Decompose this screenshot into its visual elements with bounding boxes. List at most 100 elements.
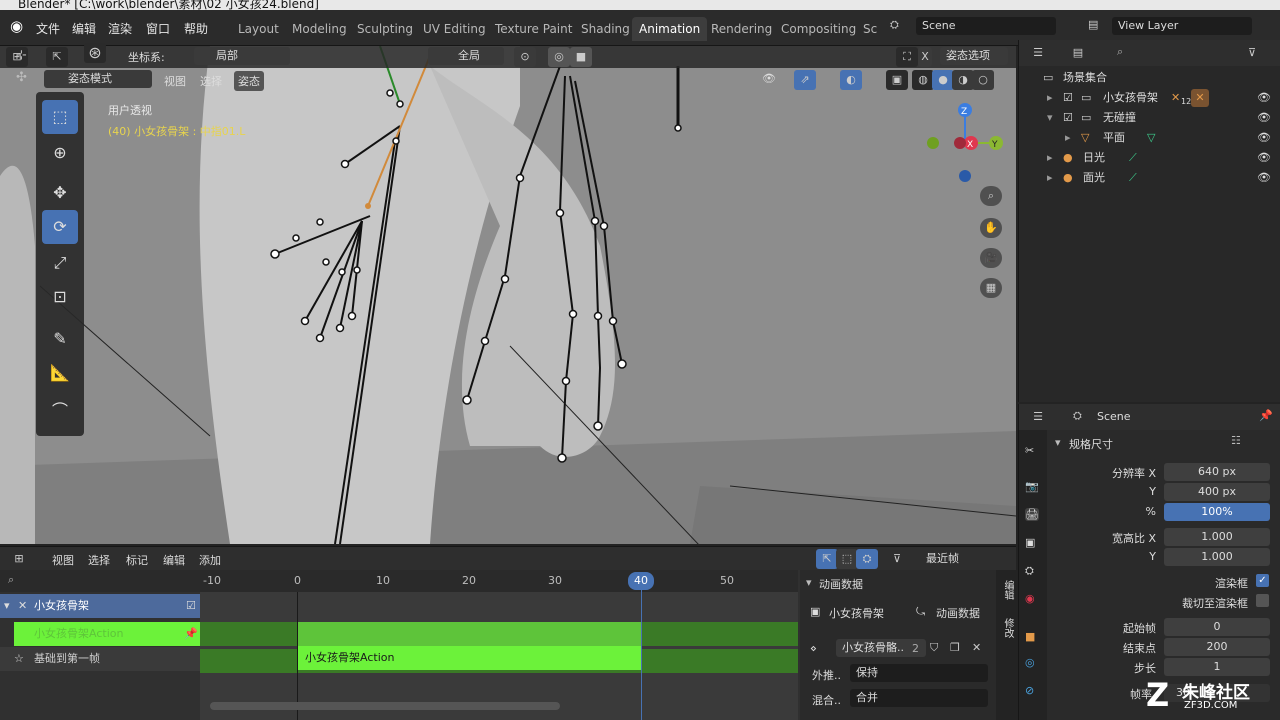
scene-tab-icon[interactable]: ⛭ [1025, 564, 1034, 578]
menu-render[interactable]: 渲染 [108, 20, 132, 37]
outliner-row-area-light[interactable]: ▸ ● 面光 ⟋ 👁 [1019, 168, 1280, 188]
xray-icon[interactable]: ⛶ [896, 47, 918, 67]
eye-icon[interactable]: 👁 [1257, 168, 1271, 188]
nla-editor-type-icon[interactable]: ⊞ [8, 549, 30, 569]
menu-edit[interactable]: 编辑 [72, 20, 96, 37]
tab-modeling[interactable]: Modeling [285, 17, 354, 41]
tab-uv-editing[interactable]: UV Editing [416, 17, 493, 41]
tab-layout[interactable]: Layout [231, 17, 286, 41]
breakdowner-tool[interactable]: ⌒ [42, 394, 78, 428]
transform-tool[interactable]: ⊡ [42, 280, 78, 314]
material-shading-icon[interactable]: ◑ [952, 70, 974, 90]
properties-type-icon[interactable]: ☰ [1027, 407, 1049, 427]
aspect-x-field[interactable]: 1.000 [1164, 528, 1270, 546]
tab-compositing[interactable]: Compositing [774, 17, 863, 41]
only-selected-icon[interactable]: ⇱ [816, 549, 838, 569]
menu-window[interactable]: 窗口 [146, 20, 170, 37]
vp-menu-pose[interactable]: 姿态 [234, 71, 264, 91]
select-mode-icon[interactable]: ⇱ [46, 47, 68, 67]
ortho-grid-icon[interactable]: ▦ [980, 278, 1002, 298]
checkbox-icon[interactable]: ☑ [1063, 88, 1073, 108]
track-action-row[interactable]: 小女孩骨架Action 📌 [14, 622, 200, 646]
scene-icon[interactable]: ⛭ [890, 18, 899, 32]
expand-icon[interactable]: ▸ [1065, 128, 1071, 148]
tab-rendering[interactable]: Rendering [704, 17, 779, 41]
expand-icon[interactable]: ▸ [1047, 88, 1053, 108]
proportional-edit-icon[interactable]: ◎ [548, 47, 570, 67]
frame-start-field[interactable]: 0 [1164, 618, 1270, 636]
axis-gizmo[interactable]: Z X Y [920, 100, 1010, 190]
render-region-checkbox[interactable]: ✓ [1256, 574, 1269, 587]
coord-system-select[interactable]: 局部 [194, 47, 290, 65]
blender-logo-icon[interactable]: ◉ [10, 17, 23, 35]
frame-step-field[interactable]: 1 [1164, 658, 1270, 676]
world-tab-icon[interactable]: ◉ [1025, 592, 1035, 605]
mirror-x-toggle[interactable]: X [918, 47, 932, 67]
navigation-gizmo[interactable]: Z X Y ⌕ ✋ 🎥 ▦ [920, 100, 1010, 300]
measure-tool[interactable]: 📐 [42, 356, 78, 390]
track-armature[interactable]: ▾ ✕ 小女孩骨架 ☑ [0, 594, 200, 618]
overlay-toggle-icon[interactable]: ◐ [840, 70, 862, 90]
extrapolation-select[interactable]: 保持 [850, 664, 988, 682]
tab-animation[interactable]: Animation [632, 17, 708, 41]
track-nla[interactable]: ☆ 基础到第一帧 [0, 647, 200, 671]
resolution-y-field[interactable]: 400 px [1164, 483, 1270, 501]
snap-icon[interactable]: ⊙ [514, 47, 536, 67]
menu-file[interactable]: 文件 [36, 20, 60, 37]
nla-action-strip[interactable]: 小女孩骨架Action [297, 646, 641, 670]
cursor-tool[interactable]: ⊕ [42, 136, 78, 170]
3d-viewport[interactable] [0, 46, 1016, 544]
pose-mode-icon[interactable]: ✕ [1191, 89, 1209, 107]
fake-user-icon[interactable]: ⛉ [930, 641, 938, 655]
show-hidden-icon[interactable]: ⬚ [836, 549, 858, 569]
xray-toggle-icon[interactable]: ▣ [886, 70, 908, 90]
overlay-square-icon[interactable]: ■ [570, 47, 592, 67]
collapse-icon[interactable]: ▾ [4, 594, 10, 618]
gizmo-toggle-icon[interactable]: ⇗ [794, 70, 816, 90]
tab-scripting[interactable]: Sc [856, 17, 884, 41]
camera-view-icon[interactable]: 🎥 [980, 248, 1002, 268]
star-icon[interactable]: ☆ [14, 647, 24, 671]
sidebar-tab-modifiers[interactable]: 修改 [1000, 618, 1015, 638]
tab-sculpting[interactable]: Sculpting [350, 17, 420, 41]
move-small-icon[interactable]: ✣ [16, 70, 27, 85]
timeline-ruler[interactable]: -10 0 10 20 30 50 40 [200, 570, 798, 592]
checkbox-icon[interactable]: ☑ [1063, 108, 1073, 128]
nla-menu-view[interactable]: 视图 [52, 552, 74, 568]
tool-tab-icon[interactable]: ✂ [1025, 444, 1034, 457]
visibility-icon[interactable]: 👁 [762, 72, 776, 85]
pan-hand-icon[interactable]: ✋ [980, 218, 1002, 238]
view-layer-icon[interactable]: ▤ [1088, 18, 1098, 31]
menu-help[interactable]: 帮助 [184, 20, 208, 37]
outliner-type-icon[interactable]: ☰ [1027, 43, 1049, 63]
duplicate-icon[interactable]: ❐ [950, 641, 960, 654]
pivot-select[interactable]: 全局 [428, 47, 504, 65]
eye-icon[interactable]: 👁 [1257, 108, 1271, 128]
annotate-tool[interactable]: ✎ [42, 322, 78, 356]
horizontal-scrollbar[interactable] [210, 702, 560, 710]
track-checkbox[interactable]: ☑ [186, 594, 196, 618]
action-browse-icon[interactable]: ⋄ [810, 642, 817, 655]
frame-end-field[interactable]: 200 [1164, 638, 1270, 656]
push-down-icon[interactable]: 📌 [184, 622, 198, 646]
nla-channel-search[interactable]: ⌕ [0, 570, 200, 592]
snap-mode-select[interactable]: 最近帧 [920, 550, 1008, 568]
unlink-icon[interactable]: ✕ [972, 641, 981, 654]
scene-selector[interactable]: Scene [916, 17, 1056, 35]
scale-tool[interactable]: ⤢ [42, 246, 78, 280]
eye-icon[interactable]: 👁 [1257, 148, 1271, 168]
preset-list-icon[interactable]: ☷ [1231, 434, 1241, 447]
expand-icon[interactable]: ▾ [1047, 108, 1053, 128]
expand-icon[interactable]: ▸ [1047, 168, 1053, 188]
view-layer-selector[interactable]: View Layer [1112, 17, 1252, 35]
outliner-row-armature-collection[interactable]: ▸ ☑ ▭ 小女孩骨架 ✕ 12 ✕ 👁 [1019, 88, 1280, 108]
zoom-icon[interactable]: ⌕ [980, 186, 1002, 206]
outliner-row-plane[interactable]: ▸ ▽ 平面 ▽ 👁 [1019, 128, 1280, 148]
rotate-tool[interactable]: ⟳ [42, 210, 78, 244]
nla-menu-add[interactable]: 添加 [199, 552, 221, 568]
display-mode-icon[interactable]: ▤ [1067, 43, 1089, 63]
tab-shading[interactable]: Shading [574, 17, 637, 41]
resolution-x-field[interactable]: 640 px [1164, 463, 1270, 481]
mode-select[interactable]: 姿态模式 [44, 70, 152, 88]
outliner-row-scene-collection[interactable]: ▭ 场景集合 [1019, 68, 1280, 88]
